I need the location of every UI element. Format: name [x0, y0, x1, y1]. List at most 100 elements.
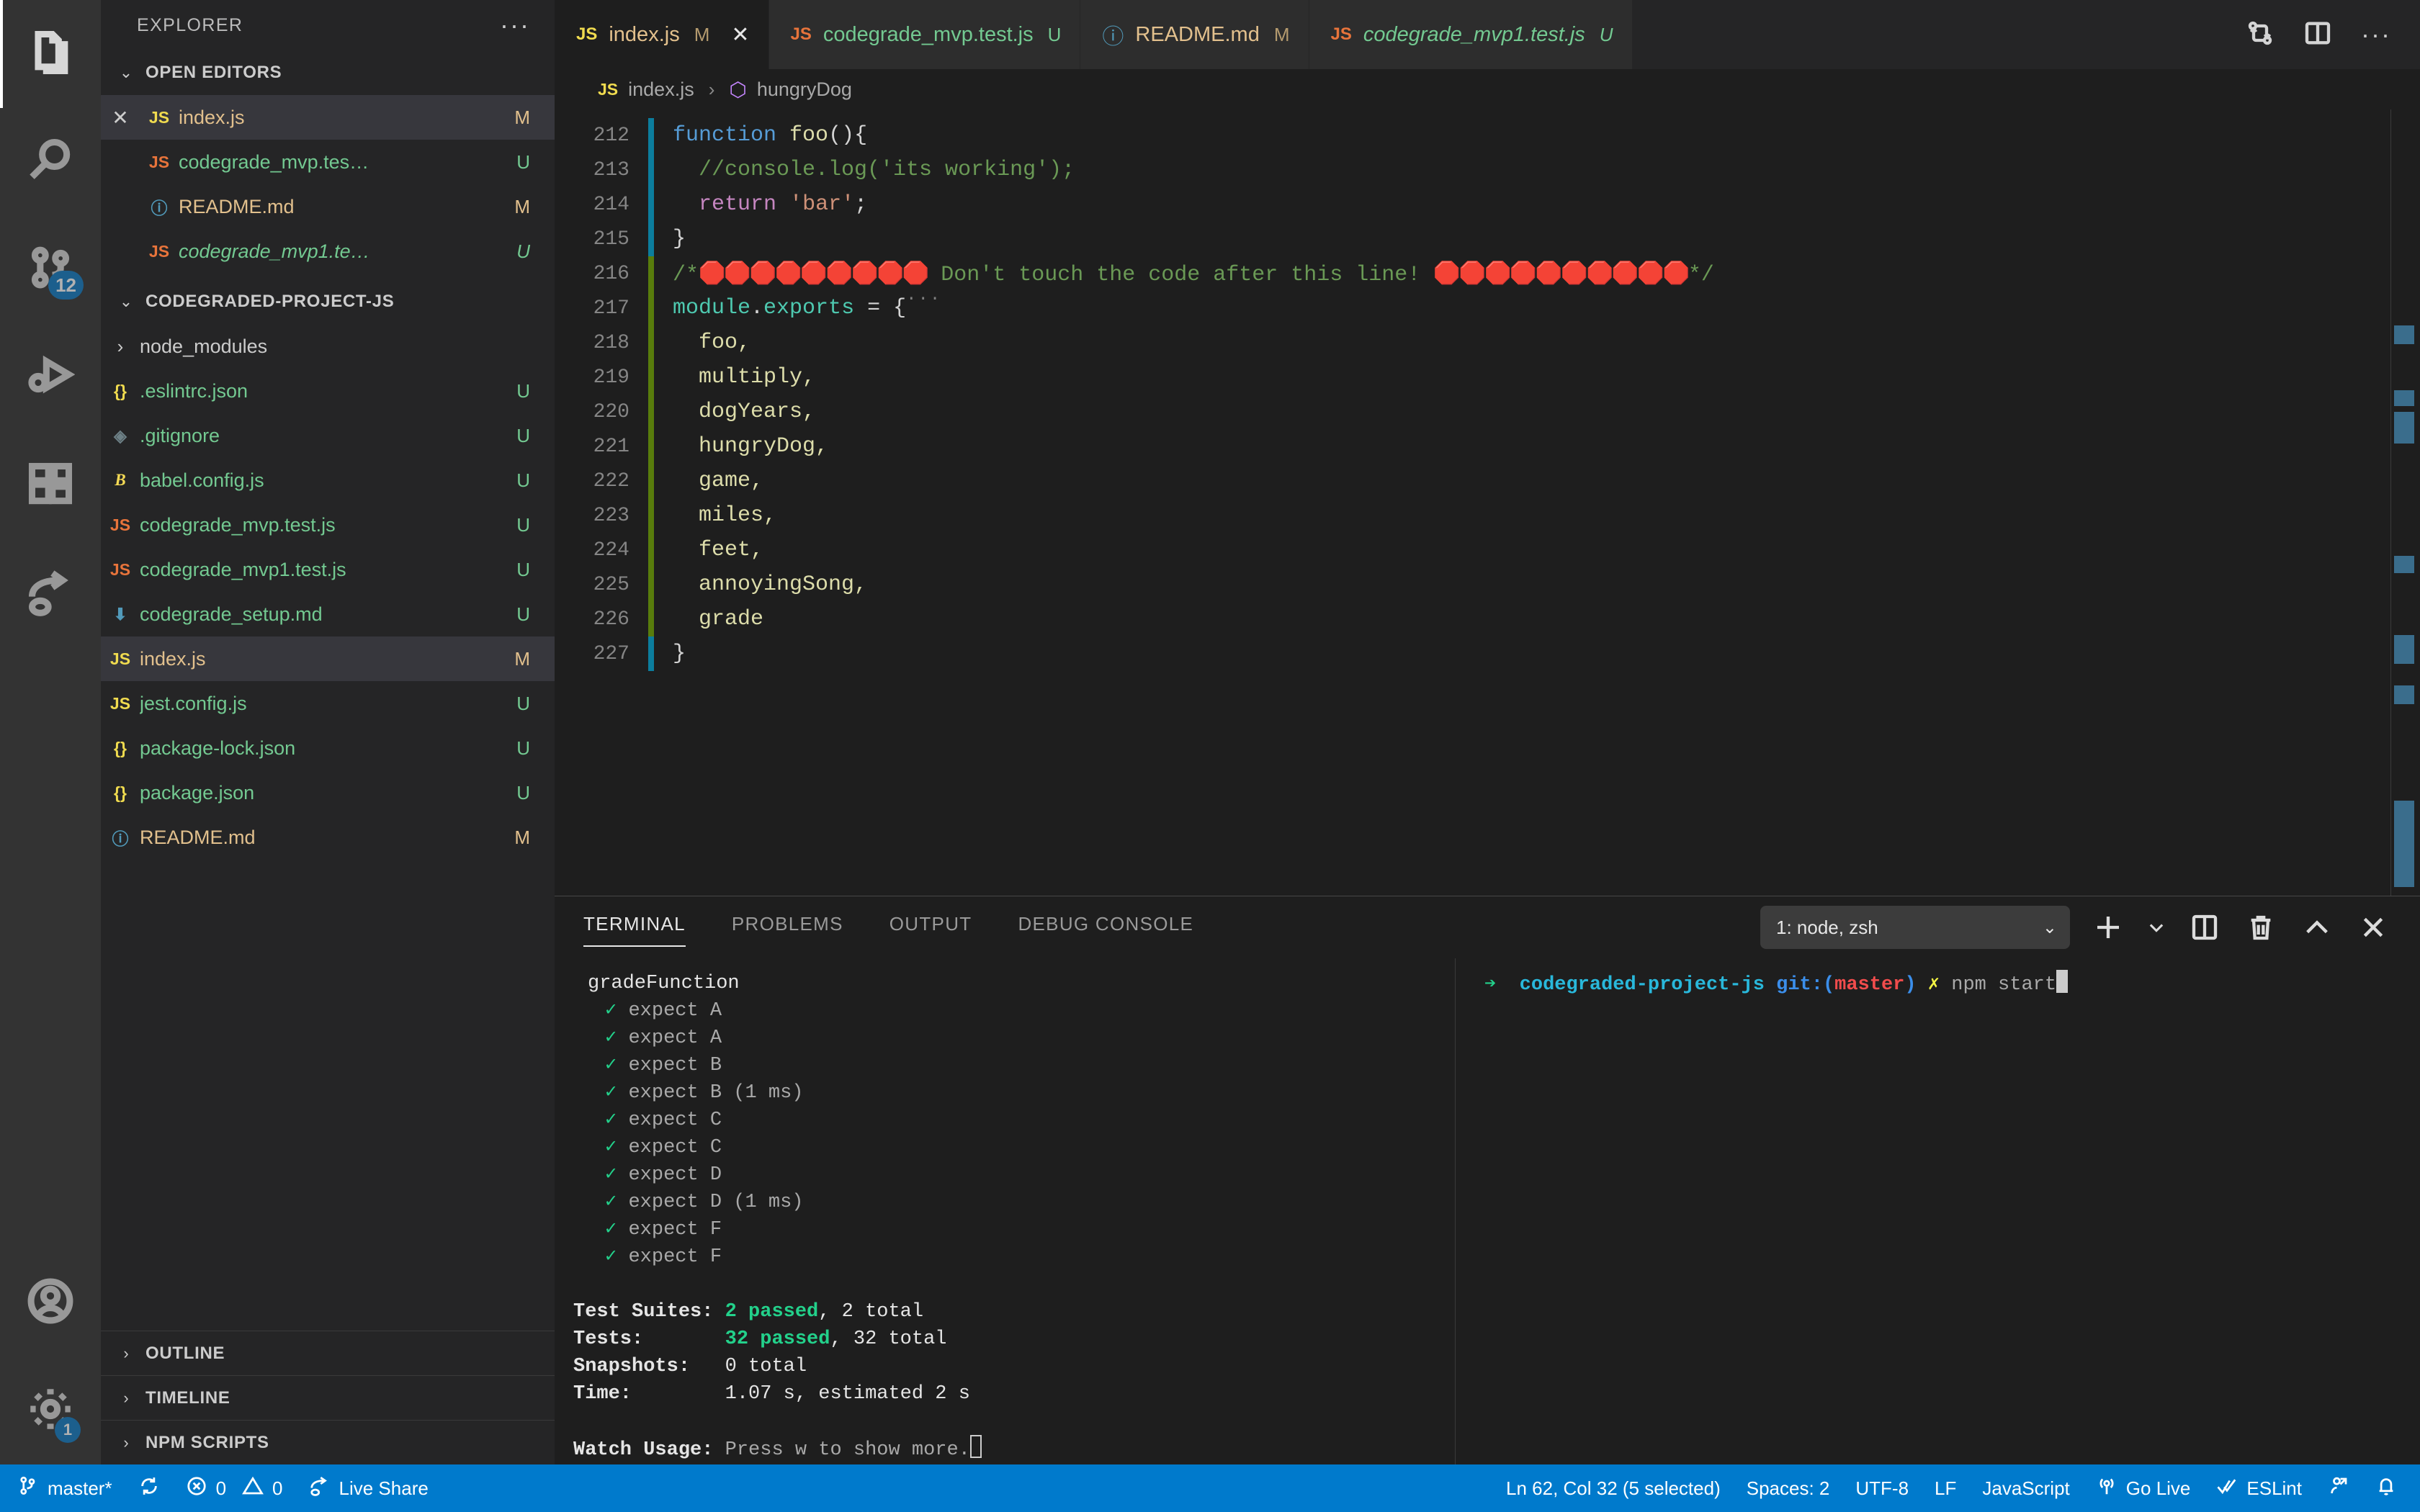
summary-pad: [643, 1328, 725, 1350]
new-terminal-dropdown-icon[interactable]: [2146, 909, 2166, 945]
tree-item-index-js[interactable]: JS index.js M: [101, 636, 555, 681]
check-icon: ✓: [605, 1082, 617, 1104]
js-icon: JS: [109, 559, 131, 579]
tree-item-node-modules[interactable]: › node_modules: [101, 324, 555, 369]
activity-bar-item-search[interactable]: [0, 108, 101, 216]
status-go-live[interactable]: Go Live: [2083, 1464, 2204, 1512]
test-label: expect A: [628, 1000, 722, 1022]
line-content: hungryDog,: [673, 434, 829, 459]
status-branch[interactable]: master*: [0, 1464, 125, 1512]
code-editor[interactable]: 212 function foo(){ 213 //console.log('i…: [555, 109, 2420, 896]
section-open-editors-header[interactable]: ⌄ OPEN EDITORS: [101, 50, 555, 95]
status-eslint[interactable]: ESLint: [2203, 1464, 2315, 1512]
info-icon: ⓘ: [1102, 25, 1124, 49]
open-editor-readme-md[interactable]: ⓘ README.md M: [101, 184, 555, 229]
tab-readme-md[interactable]: ⓘ README.md M: [1080, 0, 1309, 69]
tab-problems[interactable]: PROBLEMS: [732, 913, 843, 942]
status-bar-right: Ln 62, Col 32 (5 selected) Spaces: 2 UTF…: [1493, 1464, 2420, 1512]
activity-bar-item-run-and-debug[interactable]: [0, 324, 101, 432]
tab-index-js[interactable]: JS index.js M ✕: [555, 0, 769, 69]
status-problems[interactable]: 0 0: [173, 1464, 296, 1512]
kill-terminal-button[interactable]: [2243, 909, 2279, 945]
tree-item-eslintrc-json[interactable]: {} .eslintrc.json U: [101, 369, 555, 413]
chevron-right-icon[interactable]: ›: [101, 336, 140, 358]
terminal-test-line: ✓ expect C: [555, 1134, 1455, 1161]
status-sync[interactable]: [125, 1464, 173, 1512]
open-editor-codegrade-mvp1-test-js[interactable]: JS codegrade_mvp1.te… U: [101, 229, 555, 274]
error-icon: [186, 1475, 207, 1502]
check-icon: ✓: [605, 1219, 617, 1241]
tree-item-jest-config-js[interactable]: JS jest.config.js U: [101, 681, 555, 726]
gutter-change-marker: [648, 222, 654, 256]
new-terminal-button[interactable]: [2090, 909, 2126, 945]
line-content: multiply,: [673, 365, 816, 390]
tree-item-gitignore[interactable]: ◈ .gitignore U: [101, 413, 555, 458]
tab-terminal[interactable]: TERMINAL: [583, 913, 686, 947]
js-icon: JS: [598, 79, 619, 99]
activity-bar-item-extensions[interactable]: [0, 432, 101, 540]
split-terminal-button[interactable]: [2187, 909, 2223, 945]
open-editor-codegrade-mvp-test-js[interactable]: JS codegrade_mvp.tes… U: [101, 140, 555, 184]
section-outline-header[interactable]: › OUTLINE: [101, 1331, 555, 1375]
tree-item-codegrade-mvp-test-js[interactable]: JS codegrade_mvp.test.js U: [101, 503, 555, 547]
code-lines[interactable]: 212 function foo(){ 213 //console.log('i…: [555, 109, 2420, 896]
status-feedback[interactable]: [2315, 1464, 2362, 1512]
status-editor-position[interactable]: Ln 62, Col 32 (5 selected): [1493, 1464, 1734, 1512]
tree-item-package-lock-json[interactable]: {} package-lock.json U: [101, 726, 555, 770]
tree-item-babel-config-js[interactable]: B babel.config.js U: [101, 458, 555, 503]
activity-bar-item-source-control[interactable]: 12: [0, 216, 101, 324]
line-number: 220: [593, 400, 629, 423]
open-editor-index-js[interactable]: ✕ JS index.js M: [101, 95, 555, 140]
sidebar-more-actions-icon[interactable]: ···: [500, 12, 530, 38]
test-label: expect F: [628, 1219, 722, 1241]
status-live-share[interactable]: Live Share: [296, 1464, 442, 1512]
breadcrumb-file[interactable]: index.js: [628, 78, 694, 101]
tree-item-label: babel.config.js: [140, 469, 264, 491]
activity-bar-item-settings[interactable]: 1: [0, 1356, 101, 1464]
terminal-select-dropdown[interactable]: 1: node, zsh ⌄: [1760, 906, 2070, 949]
status-language-mode[interactable]: JavaScript: [1969, 1464, 2082, 1512]
gutter-change-marker: [648, 291, 654, 325]
section-timeline-header[interactable]: › TIMELINE: [101, 1375, 555, 1420]
split-editor-icon[interactable]: [2303, 19, 2332, 51]
split-diff-icon[interactable]: [2246, 19, 2275, 51]
tab-label: codegrade_mvp.test.js: [823, 22, 1034, 46]
activity-bar-item-live-share[interactable]: [0, 540, 101, 648]
close-icon[interactable]: ✕: [101, 106, 140, 130]
js-icon: JS: [1330, 24, 1352, 44]
tab-label: README.md: [1135, 22, 1260, 46]
debug-icon: [26, 352, 76, 405]
status-encoding[interactable]: UTF-8: [1842, 1464, 1922, 1512]
tab-codegrade-mvp1-test-js[interactable]: JS codegrade_mvp1.test.js U: [1309, 0, 1633, 69]
tree-item-package-json[interactable]: {} package.json U: [101, 770, 555, 815]
test-label: expect D (1 ms): [628, 1192, 804, 1213]
line-number: 216: [593, 262, 629, 285]
status-indentation[interactable]: Spaces: 2: [1734, 1464, 1843, 1512]
section-project-header[interactable]: ⌄ CODEGRADED-PROJECT-JS: [101, 279, 555, 324]
info-icon: ⓘ: [151, 199, 168, 217]
close-panel-button[interactable]: [2355, 909, 2391, 945]
activity-bar-item-explorer[interactable]: [0, 0, 101, 108]
tab-output[interactable]: OUTPUT: [889, 913, 972, 942]
breadcrumb-symbol[interactable]: hungryDog: [757, 78, 852, 101]
tree-item-codegrade-setup-md[interactable]: ⬇ codegrade_setup.md U: [101, 592, 555, 636]
close-icon[interactable]: ✕: [731, 22, 749, 48]
more-actions-icon[interactable]: ···: [2361, 22, 2391, 48]
maximize-panel-button[interactable]: [2299, 909, 2335, 945]
tree-item-codegrade-mvp1-test-js[interactable]: JS codegrade_mvp1.test.js U: [101, 547, 555, 592]
tree-item-readme-md[interactable]: ⓘ README.md M: [101, 815, 555, 860]
section-npm-scripts-header[interactable]: › NPM SCRIPTS: [101, 1420, 555, 1464]
prompt-branch: master: [1834, 974, 1905, 996]
line-content: module.exports = {...: [673, 286, 942, 320]
js-icon: JS: [576, 24, 598, 44]
live-share-icon: [26, 568, 75, 621]
terminal-body[interactable]: gradeFunction ✓ expect A ✓ expect A ✓ ex…: [555, 958, 2420, 1464]
status-eol[interactable]: LF: [1922, 1464, 1969, 1512]
test-label: expect C: [628, 1110, 722, 1131]
status-notifications[interactable]: [2362, 1464, 2410, 1512]
editor-overview-ruler[interactable]: [2391, 109, 2420, 896]
tab-debug-console[interactable]: DEBUG CONSOLE: [1018, 913, 1193, 942]
activity-bar-item-accounts[interactable]: [0, 1248, 101, 1356]
tab-codegrade-mvp-test-js[interactable]: JS codegrade_mvp.test.js U: [768, 0, 1081, 69]
